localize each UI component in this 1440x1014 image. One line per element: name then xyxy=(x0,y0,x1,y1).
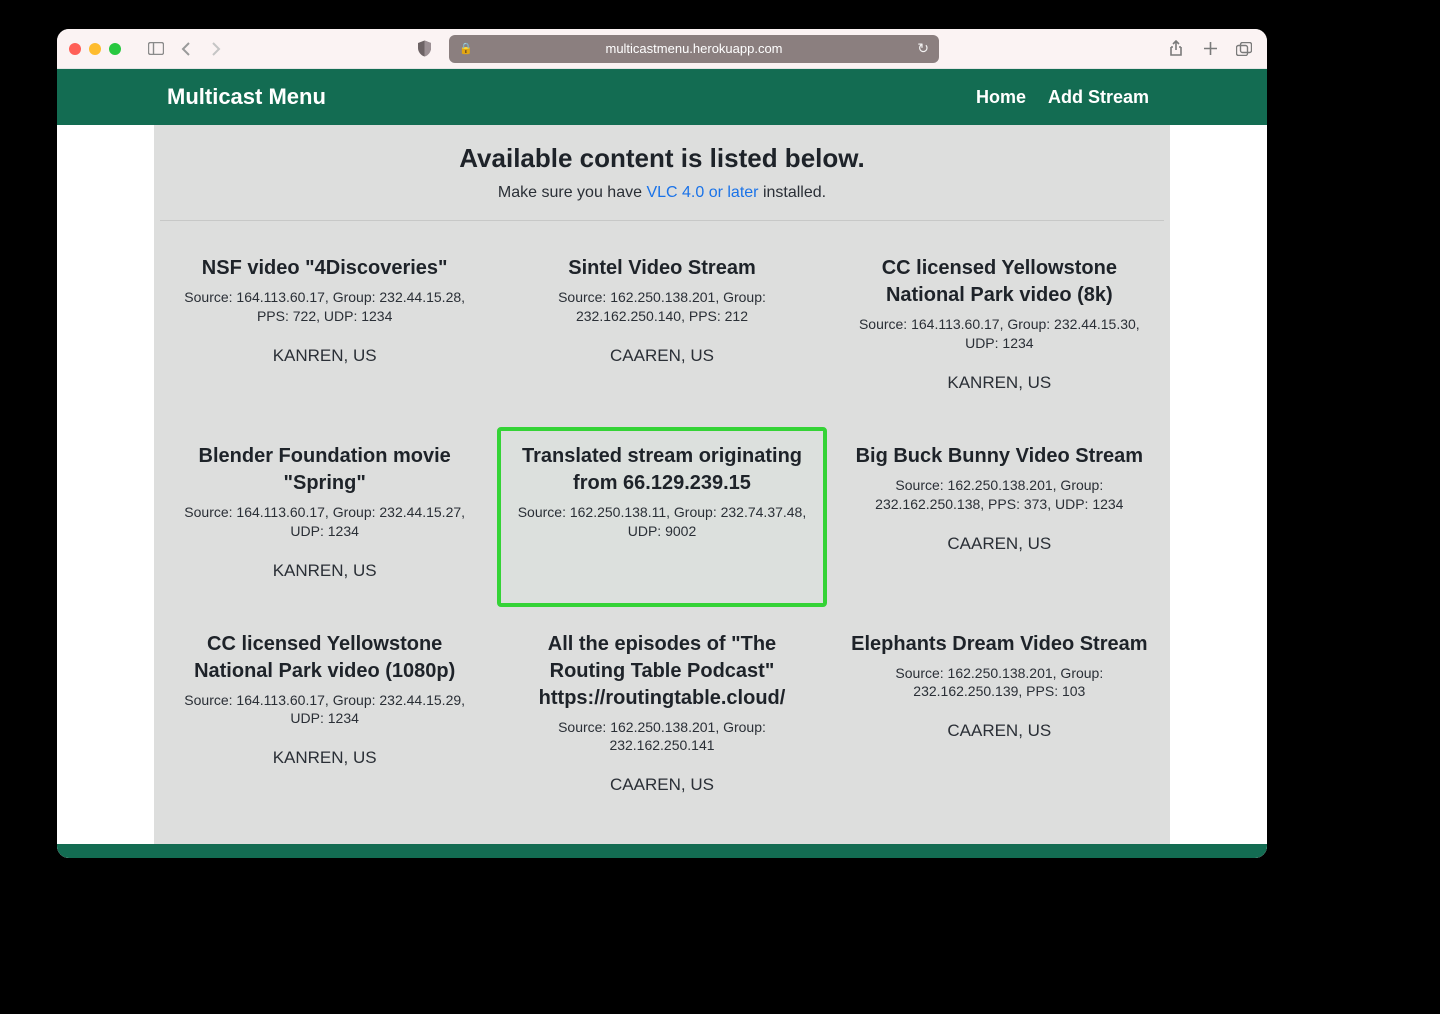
subtitle-pre: Make sure you have xyxy=(498,184,647,201)
stream-title: Big Buck Bunny Video Stream xyxy=(845,443,1154,470)
stream-title: Translated stream originating from 66.12… xyxy=(507,443,816,497)
stream-meta: Source: 164.113.60.17, Group: 232.44.15.… xyxy=(170,691,479,729)
brand-title[interactable]: Multicast Menu xyxy=(167,84,326,110)
nav-home[interactable]: Home xyxy=(976,87,1026,108)
stream-card[interactable]: CC licensed Yellowstone National Park vi… xyxy=(835,239,1164,419)
stream-location: KANREN, US xyxy=(170,346,479,366)
stream-meta: Source: 162.250.138.201, Group: 232.162.… xyxy=(507,288,816,326)
close-window-button[interactable] xyxy=(69,43,81,55)
reload-icon[interactable]: ↻ xyxy=(917,40,929,57)
stream-title: CC licensed Yellowstone National Park vi… xyxy=(845,255,1154,309)
stream-card[interactable]: NSF video "4Discoveries" Source: 164.113.… xyxy=(160,239,489,419)
stream-meta: Source: 162.250.138.11, Group: 232.74.37… xyxy=(507,503,816,541)
stream-location: CAAREN, US xyxy=(845,721,1154,741)
stream-meta: Source: 164.113.60.17, Group: 232.44.15.… xyxy=(845,315,1154,353)
browser-toolbar: 🔒 multicastmenu.herokuapp.com ↻ xyxy=(57,29,1267,69)
stream-title: Sintel Video Stream xyxy=(507,255,816,282)
address-bar[interactable]: 🔒 multicastmenu.herokuapp.com ↻ xyxy=(449,35,939,63)
tabs-overview-icon[interactable] xyxy=(1233,38,1255,60)
stream-meta: Source: 164.113.60.17, Group: 232.44.15.… xyxy=(170,288,479,326)
stream-title: Elephants Dream Video Stream xyxy=(845,631,1154,658)
stream-title: Blender Foundation movie "Spring" xyxy=(170,443,479,497)
page-title: Available content is listed below. xyxy=(154,143,1170,174)
toolbar-right xyxy=(1165,38,1255,60)
stream-location: KANREN, US xyxy=(845,373,1154,393)
browser-window: 🔒 multicastmenu.herokuapp.com ↻ Multicas… xyxy=(57,29,1267,858)
stream-location: CAAREN, US xyxy=(507,775,816,795)
stream-location: CAAREN, US xyxy=(507,346,816,366)
stream-location: KANREN, US xyxy=(170,748,479,768)
stream-location: CAAREN, US xyxy=(845,534,1154,554)
privacy-shield-icon[interactable] xyxy=(413,38,435,60)
content-panel: Available content is listed below. Make … xyxy=(154,125,1170,858)
forward-button[interactable] xyxy=(205,38,227,60)
stream-meta: Source: 162.250.138.201, Group: 232.162.… xyxy=(845,664,1154,702)
stream-grid: NSF video "4Discoveries" Source: 164.113.… xyxy=(154,221,1170,858)
window-controls xyxy=(69,43,121,55)
page-subtitle: Make sure you have VLC 4.0 or later inst… xyxy=(154,184,1170,202)
stream-card[interactable]: Big Buck Bunny Video Stream Source: 162.2… xyxy=(835,427,1164,607)
sidebar-toggle-icon[interactable] xyxy=(145,38,167,60)
stream-title: NSF video "4Discoveries" xyxy=(170,255,479,282)
lock-icon: 🔒 xyxy=(459,42,473,55)
stream-card[interactable]: Translated stream originating from 66.12… xyxy=(497,427,826,607)
page-body: Available content is listed below. Make … xyxy=(57,125,1267,858)
stream-card[interactable]: All the episodes of "The Routing Table P… xyxy=(497,615,826,822)
stream-card[interactable]: Sintel Video Stream Source: 162.250.138.2… xyxy=(497,239,826,419)
url-text: multicastmenu.herokuapp.com xyxy=(605,41,782,56)
stream-card[interactable]: CC licensed Yellowstone National Park vi… xyxy=(160,615,489,822)
nav-add-stream[interactable]: Add Stream xyxy=(1048,87,1149,108)
subtitle-post: installed. xyxy=(759,184,827,201)
fullscreen-window-button[interactable] xyxy=(109,43,121,55)
minimize-window-button[interactable] xyxy=(89,43,101,55)
footer-bar xyxy=(57,844,1267,858)
stream-card[interactable]: Blender Foundation movie "Spring" Source:… xyxy=(160,427,489,607)
stream-card[interactable]: Elephants Dream Video Stream Source: 162.… xyxy=(835,615,1164,822)
stream-meta: Source: 164.113.60.17, Group: 232.44.15.… xyxy=(170,503,479,541)
vlc-link[interactable]: VLC 4.0 or later xyxy=(646,184,758,201)
back-button[interactable] xyxy=(175,38,197,60)
stream-location: KANREN, US xyxy=(170,561,479,581)
site-navbar: Multicast Menu Home Add Stream xyxy=(57,69,1267,125)
share-icon[interactable] xyxy=(1165,38,1187,60)
stream-title: CC licensed Yellowstone National Park vi… xyxy=(170,631,479,685)
stream-meta: Source: 162.250.138.201, Group: 232.162.… xyxy=(845,476,1154,514)
stream-meta: Source: 162.250.138.201, Group: 232.162.… xyxy=(507,718,816,756)
new-tab-icon[interactable] xyxy=(1199,38,1221,60)
stream-title: All the episodes of "The Routing Table P… xyxy=(507,631,816,712)
